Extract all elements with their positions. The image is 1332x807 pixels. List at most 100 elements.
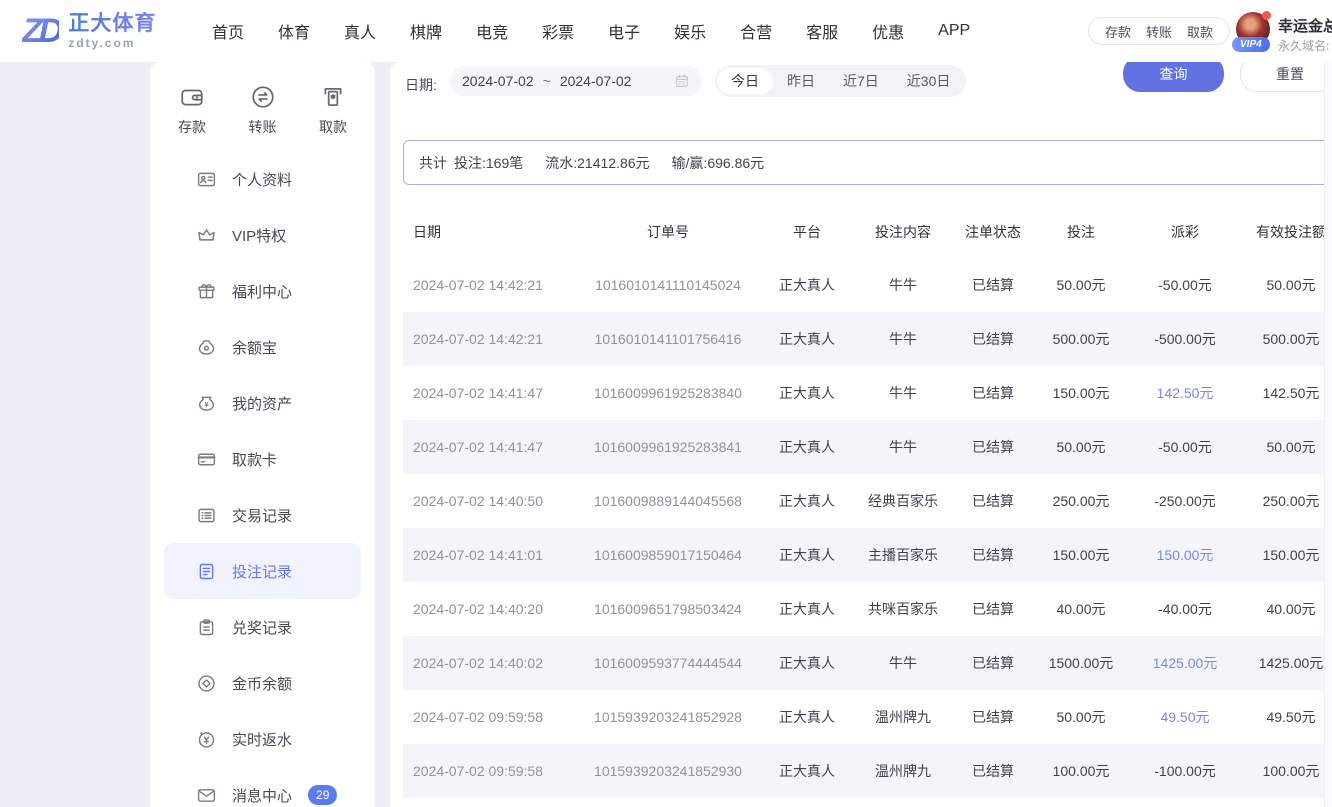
- query-button[interactable]: 查询: [1123, 62, 1224, 92]
- cell-投注: 150.00元: [1031, 383, 1131, 403]
- range-option-0[interactable]: 今日: [717, 68, 773, 94]
- sidebar: 存款 转账 取款 个人资料 VIP特权 福利中心 余额宝 ¥我的资产 取款卡 交…: [150, 62, 375, 807]
- cell-平台: 正大真人: [763, 761, 851, 781]
- cell-日期: 2024-07-02 14:41:47: [403, 385, 573, 401]
- range-option-2[interactable]: 近7日: [829, 68, 893, 94]
- cell-有效投注额: 49.50元: [1239, 707, 1332, 727]
- column-header-6: 派彩: [1131, 222, 1239, 242]
- sidebar-menu: 个人资料 VIP特权 福利中心 余额宝 ¥我的资产 取款卡 交易记录 投注记录 …: [150, 151, 375, 807]
- nav-item-7[interactable]: 娱乐: [674, 19, 706, 43]
- cell-日期: 2024-07-02 09:59:58: [403, 709, 573, 725]
- unread-badge: 29: [308, 785, 337, 805]
- cell-投注: 1500.00元: [1031, 653, 1131, 673]
- sidebar-item-6[interactable]: 交易记录: [150, 487, 375, 543]
- user-info: VIP4 幸运金总 永久域名: z: [1236, 10, 1332, 56]
- cell-订单号: 1016010141110145024: [573, 277, 763, 293]
- sidebar-item-10[interactable]: 实时返水: [150, 711, 375, 767]
- date-range-input[interactable]: 2024-07-02 ~ 2024-07-02: [450, 66, 702, 96]
- vip-crown-icon: [196, 225, 217, 246]
- cell-注单状态: 已结算: [955, 545, 1031, 565]
- cell-平台: 正大真人: [763, 545, 851, 565]
- sidebar-item-1[interactable]: VIP特权: [150, 207, 375, 263]
- rebate-icon: [196, 729, 217, 750]
- cell-投注内容: 牛牛: [851, 275, 955, 295]
- calendar-icon[interactable]: [674, 73, 690, 89]
- cell-投注: 100.00元: [1031, 761, 1131, 781]
- transfer-icon: [250, 84, 276, 110]
- cell-投注内容: 牛牛: [851, 329, 955, 349]
- cell-投注: 500.00元: [1031, 329, 1131, 349]
- sidebar-item-11[interactable]: 消息中心 29: [150, 767, 375, 807]
- table-row: 2024-07-02 14:40:501016009889144045568正大…: [403, 474, 1332, 528]
- wallet-link-1[interactable]: 转账: [1146, 22, 1172, 41]
- wallet-link-0[interactable]: 存款: [1105, 22, 1131, 41]
- brand-name: 正大体育: [68, 12, 156, 35]
- cell-平台: 正大真人: [763, 707, 851, 727]
- money-pouch-icon: [196, 337, 217, 358]
- nav-item-11[interactable]: APP: [938, 22, 970, 40]
- sidebar-item-5[interactable]: 取款卡: [150, 431, 375, 487]
- wallet-link-2[interactable]: 取款: [1187, 22, 1213, 41]
- cell-日期: 2024-07-02 14:42:21: [403, 331, 573, 347]
- cell-注单状态: 已结算: [955, 761, 1031, 781]
- cell-平台: 正大真人: [763, 653, 851, 673]
- nav-item-0[interactable]: 首页: [212, 19, 244, 43]
- brand-domain: zdty.com: [68, 37, 156, 50]
- scrollbar[interactable]: [1324, 62, 1332, 807]
- cell-订单号: 1016009593774444544: [573, 655, 763, 671]
- sidebar-item-9[interactable]: 金币余额: [150, 655, 375, 711]
- cell-有效投注额: 50.00元: [1239, 437, 1332, 457]
- cell-注单状态: 已结算: [955, 275, 1031, 295]
- brand-logo[interactable]: ZD 正大体育 zdty.com: [22, 8, 156, 54]
- nav-item-8[interactable]: 合营: [740, 19, 772, 43]
- quick-action-2[interactable]: 取款: [319, 84, 347, 137]
- sidebar-item-8[interactable]: 兑奖记录: [150, 599, 375, 655]
- sidebar-item-0[interactable]: 个人资料: [150, 151, 375, 207]
- cell-派彩: 150.00元: [1131, 545, 1239, 565]
- cell-订单号: 1016009961925283841: [573, 439, 763, 455]
- cell-投注内容: 温州牌九: [851, 761, 955, 781]
- nav-item-2[interactable]: 真人: [344, 19, 376, 43]
- quick-action-0[interactable]: 存款: [178, 84, 206, 137]
- nav-item-6[interactable]: 电子: [608, 19, 640, 43]
- svg-text:¥: ¥: [204, 399, 209, 408]
- bet-records-icon: [196, 561, 217, 582]
- nav-item-5[interactable]: 彩票: [542, 19, 574, 43]
- cell-平台: 正大真人: [763, 437, 851, 457]
- cell-派彩: -40.00元: [1131, 599, 1239, 619]
- cell-投注内容: 牛牛: [851, 383, 955, 403]
- sidebar-item-2[interactable]: 福利中心: [150, 263, 375, 319]
- table-row: 2024-07-02 14:41:471016009961925283840正大…: [403, 366, 1332, 420]
- cell-派彩: -50.00元: [1131, 275, 1239, 295]
- quick-action-1[interactable]: 转账: [249, 84, 277, 137]
- notification-dot-icon: [1262, 11, 1271, 20]
- nav-item-3[interactable]: 棋牌: [410, 19, 442, 43]
- nav-item-10[interactable]: 优惠: [872, 19, 904, 43]
- cell-注单状态: 已结算: [955, 329, 1031, 349]
- range-option-3[interactable]: 近30日: [893, 68, 965, 94]
- cell-日期: 2024-07-02 14:40:50: [403, 493, 573, 509]
- nav-item-9[interactable]: 客服: [806, 19, 838, 43]
- range-option-1[interactable]: 昨日: [773, 68, 829, 94]
- sidebar-item-7[interactable]: 投注记录: [164, 543, 361, 599]
- bet-records-table: 日期订单号平台投注内容注单状态投注派彩有效投注额2024-07-02 14:42…: [403, 205, 1332, 798]
- column-header-2: 平台: [763, 222, 851, 242]
- nav-item-4[interactable]: 电竞: [476, 19, 508, 43]
- column-header-1: 订单号: [573, 222, 763, 242]
- sidebar-item-3[interactable]: 余额宝: [150, 319, 375, 375]
- table-row: 2024-07-02 14:42:211016010141110145024正大…: [403, 258, 1332, 312]
- cell-派彩: -250.00元: [1131, 491, 1239, 511]
- cell-投注: 150.00元: [1031, 545, 1131, 565]
- transactions-icon: [196, 505, 217, 526]
- bank-card-icon: [196, 449, 217, 470]
- cell-订单号: 1016010141101756416: [573, 331, 763, 347]
- cell-有效投注额: 1425.00元: [1239, 653, 1332, 673]
- cell-日期: 2024-07-02 09:59:58: [403, 763, 573, 779]
- reset-button[interactable]: 重置: [1240, 62, 1332, 92]
- table-row: 2024-07-02 14:41:011016009859017150464正大…: [403, 528, 1332, 582]
- cell-注单状态: 已结算: [955, 653, 1031, 673]
- sidebar-quick-actions: 存款 转账 取款: [150, 62, 375, 137]
- sidebar-item-4[interactable]: ¥我的资产: [150, 375, 375, 431]
- column-header-4: 注单状态: [955, 222, 1031, 242]
- nav-item-1[interactable]: 体育: [278, 19, 310, 43]
